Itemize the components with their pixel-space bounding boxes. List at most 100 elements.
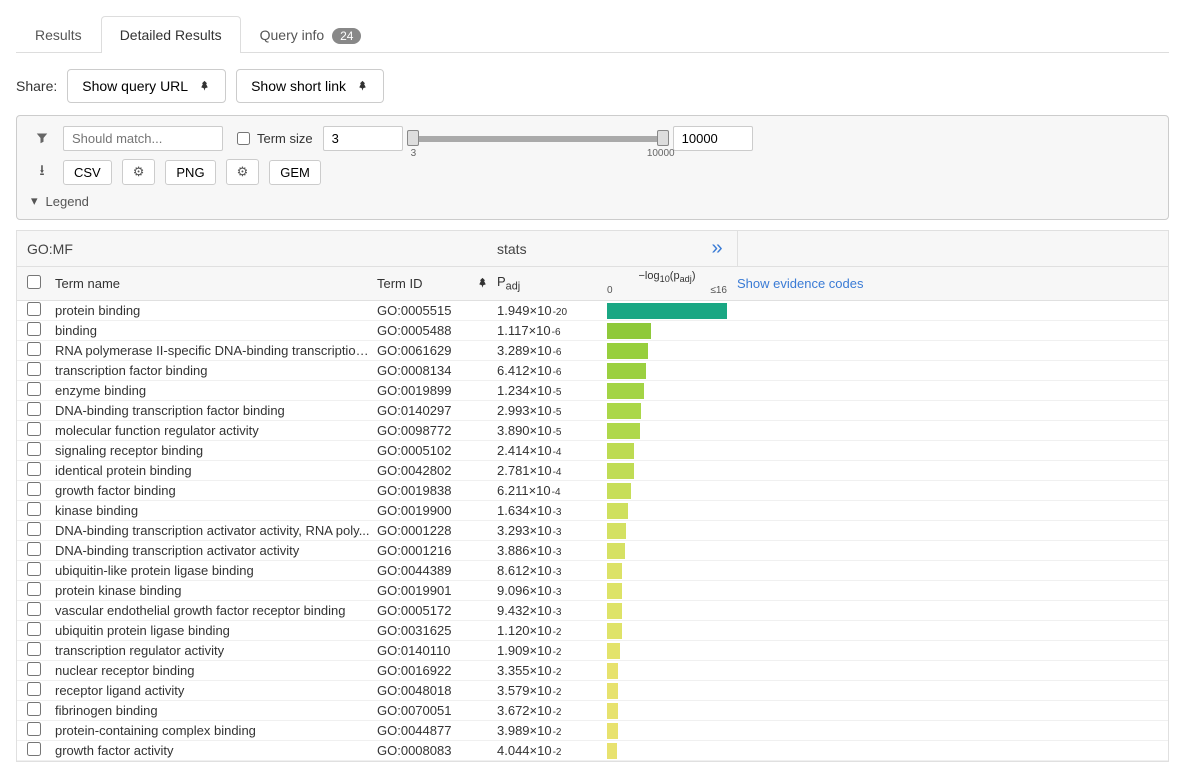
- row-checkbox[interactable]: [27, 562, 41, 576]
- term-name-cell: growth factor activity: [51, 743, 377, 758]
- row-checkbox[interactable]: [27, 462, 41, 476]
- show-short-link-button[interactable]: Show short link: [236, 69, 384, 103]
- term-id-cell: GO:0005172: [377, 603, 497, 618]
- export-csv-button[interactable]: CSV: [63, 160, 112, 185]
- table-row[interactable]: DNA-binding transcription activator acti…: [17, 521, 1168, 541]
- table-row[interactable]: molecular function regulator activityGO:…: [17, 421, 1168, 441]
- row-checkbox[interactable]: [27, 542, 41, 556]
- table-row[interactable]: protein kinase bindingGO:00199019.096×10…: [17, 581, 1168, 601]
- table-row[interactable]: nuclear receptor bindingGO:00169223.355×…: [17, 661, 1168, 681]
- table-row[interactable]: transcription factor bindingGO:00081346.…: [17, 361, 1168, 381]
- padj-cell: 3.355×10-2: [497, 663, 607, 678]
- term-name-cell: protein kinase binding: [51, 583, 377, 598]
- pin-icon: [198, 80, 211, 93]
- pin-icon: [356, 80, 369, 93]
- row-checkbox[interactable]: [27, 402, 41, 416]
- table-row[interactable]: protein-containing complex bindingGO:004…: [17, 721, 1168, 741]
- tab-query-info[interactable]: Query info 24: [241, 16, 381, 53]
- table-row[interactable]: receptor ligand activityGO:00480183.579×…: [17, 681, 1168, 701]
- row-checkbox[interactable]: [27, 662, 41, 676]
- term-size-checkbox-label[interactable]: Term size: [233, 129, 313, 148]
- term-name-cell: signaling receptor binding: [51, 443, 377, 458]
- row-checkbox[interactable]: [27, 702, 41, 716]
- row-checkbox[interactable]: [27, 582, 41, 596]
- table-row[interactable]: growth factor bindingGO:00198386.211×10-…: [17, 481, 1168, 501]
- term-id-cell: GO:0019901: [377, 583, 497, 598]
- table-row[interactable]: growth factor activityGO:00080834.044×10…: [17, 741, 1168, 761]
- padj-cell: 3.293×10-3: [497, 523, 607, 538]
- term-size-checkbox[interactable]: [237, 132, 250, 145]
- padj-cell: 6.211×10-4: [497, 483, 607, 498]
- table-row[interactable]: transcription regulator activityGO:01401…: [17, 641, 1168, 661]
- csv-settings-button[interactable]: [122, 159, 156, 185]
- term-size-slider[interactable]: 3 10000: [413, 136, 663, 142]
- row-checkbox[interactable]: [27, 482, 41, 496]
- slider-max-label: 10000: [647, 148, 675, 159]
- pin-icon[interactable]: [476, 277, 489, 290]
- table-row[interactable]: identical protein bindingGO:00428022.781…: [17, 461, 1168, 481]
- term-size-min-input[interactable]: [323, 126, 403, 151]
- header-term-id[interactable]: Term ID: [377, 276, 497, 291]
- row-checkbox[interactable]: [27, 362, 41, 376]
- row-checkbox[interactable]: [27, 382, 41, 396]
- show-query-url-button[interactable]: Show query URL: [67, 69, 226, 103]
- table-row[interactable]: enzyme bindingGO:00198991.234×10-5: [17, 381, 1168, 401]
- row-checkbox[interactable]: [27, 502, 41, 516]
- row-checkbox[interactable]: [27, 522, 41, 536]
- table-row[interactable]: DNA-binding transcription activator acti…: [17, 541, 1168, 561]
- select-all-checkbox[interactable]: [27, 275, 41, 289]
- term-name-cell: ubiquitin-like protein ligase binding: [51, 563, 377, 578]
- slider-handle-max[interactable]: [657, 130, 669, 146]
- row-checkbox[interactable]: [27, 742, 41, 756]
- table-row[interactable]: DNA-binding transcription factor binding…: [17, 401, 1168, 421]
- term-id-cell: GO:0098772: [377, 423, 497, 438]
- term-id-cell: GO:0016922: [377, 663, 497, 678]
- table-row[interactable]: ubiquitin protein ligase bindingGO:00316…: [17, 621, 1168, 641]
- row-checkbox[interactable]: [27, 602, 41, 616]
- term-name-cell: fibrinogen binding: [51, 703, 377, 718]
- table-row[interactable]: fibrinogen bindingGO:00700513.672×10-2: [17, 701, 1168, 721]
- padj-cell: 3.672×10-2: [497, 703, 607, 718]
- match-filter-input[interactable]: [63, 126, 223, 151]
- table-row[interactable]: vascular endothelial growth factor recep…: [17, 601, 1168, 621]
- tab-detailed-results[interactable]: Detailed Results: [101, 16, 241, 53]
- padj-cell: 3.886×10-3: [497, 543, 607, 558]
- padj-cell: 2.781×10-4: [497, 463, 607, 478]
- legend-toggle[interactable]: Legend: [31, 193, 1154, 209]
- table-row[interactable]: protein bindingGO:00055151.949×10-20: [17, 301, 1168, 321]
- row-checkbox[interactable]: [27, 622, 41, 636]
- bar-cell: [607, 522, 727, 540]
- show-evidence-codes-link[interactable]: Show evidence codes: [727, 276, 1168, 291]
- collapse-stats-icon[interactable]: »: [697, 237, 737, 260]
- query-info-badge: 24: [332, 28, 361, 44]
- row-checkbox[interactable]: [27, 322, 41, 336]
- export-png-button[interactable]: PNG: [165, 160, 215, 185]
- header-term-name[interactable]: Term name: [51, 276, 377, 291]
- png-settings-button[interactable]: [226, 159, 260, 185]
- row-checkbox[interactable]: [27, 722, 41, 736]
- bar-cell: [607, 742, 727, 760]
- term-size-max-input[interactable]: [673, 126, 753, 151]
- tab-results[interactable]: Results: [16, 16, 101, 53]
- row-checkbox[interactable]: [27, 642, 41, 656]
- slider-handle-min[interactable]: [407, 130, 419, 146]
- header-go-mf: GO:MF: [17, 241, 497, 257]
- row-checkbox[interactable]: [27, 342, 41, 356]
- term-name-cell: protein binding: [51, 303, 377, 318]
- header-padj[interactable]: Padj: [497, 274, 607, 293]
- row-checkbox[interactable]: [27, 302, 41, 316]
- row-checkbox[interactable]: [27, 442, 41, 456]
- term-id-cell: GO:0005488: [377, 323, 497, 338]
- table-row[interactable]: bindingGO:00054881.117×10-6: [17, 321, 1168, 341]
- export-gem-button[interactable]: GEM: [269, 160, 321, 185]
- download-icon: [31, 160, 53, 185]
- table-row[interactable]: ubiquitin-like protein ligase bindingGO:…: [17, 561, 1168, 581]
- row-checkbox[interactable]: [27, 682, 41, 696]
- results-table: GO:MF stats » Term name Term ID Padj −lo…: [16, 230, 1169, 762]
- row-checkbox[interactable]: [27, 422, 41, 436]
- table-row[interactable]: RNA polymerase II-specific DNA-binding t…: [17, 341, 1168, 361]
- term-name-cell: nuclear receptor binding: [51, 663, 377, 678]
- table-row[interactable]: signaling receptor bindingGO:00051022.41…: [17, 441, 1168, 461]
- table-header-group-row: GO:MF stats »: [17, 231, 1168, 267]
- table-row[interactable]: kinase bindingGO:00199001.634×10-3: [17, 501, 1168, 521]
